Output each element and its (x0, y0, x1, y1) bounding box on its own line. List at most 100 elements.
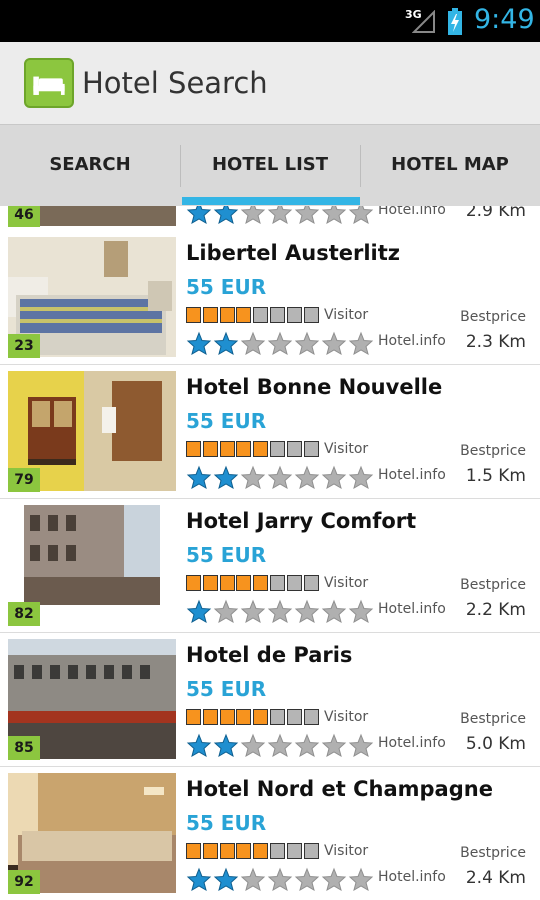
star-empty-icon (321, 733, 347, 757)
rating-segment (202, 575, 218, 591)
rating-segment (253, 843, 269, 859)
rating-segment (202, 441, 218, 457)
star-empty-icon (267, 465, 293, 489)
rating-segment (219, 575, 235, 591)
rating-segment (303, 709, 319, 725)
hotel-price: 55 EUR (186, 677, 267, 701)
rating-segment (202, 843, 218, 859)
star-empty-icon (240, 465, 266, 489)
star-filled-icon (213, 867, 239, 891)
visitor-rating-bar (186, 709, 320, 725)
provider-label: Hotel.info (378, 206, 446, 218)
hotel-list[interactable]: 46 Hotel.info 2.9 Km 23 Libertel Austerl… (0, 206, 540, 900)
battery-charging-icon (448, 8, 462, 35)
score-badge: 85 (8, 736, 40, 760)
score-badge: 46 (8, 206, 40, 227)
rating-segment (253, 709, 269, 725)
hotel-list-item[interactable]: 79 Hotel Bonne Nouvelle 55 EUR Visitor B… (0, 365, 540, 499)
hotel-list-item[interactable]: 46 Hotel.info 2.9 Km (0, 206, 540, 234)
rating-segment (286, 307, 302, 323)
tab-search[interactable]: SEARCH (0, 125, 180, 207)
star-filled-icon (213, 331, 239, 355)
star-empty-icon (348, 331, 374, 355)
rating-segment (186, 843, 201, 859)
rating-segment (303, 307, 319, 323)
visitor-label: Visitor (324, 307, 369, 323)
bestprice-label: Bestprice (460, 577, 526, 593)
star-filled-icon (213, 206, 239, 224)
visitor-label: Visitor (324, 709, 369, 725)
star-empty-icon (267, 867, 293, 891)
visitor-label: Visitor (324, 441, 369, 457)
rating-segment (219, 843, 235, 859)
action-bar: Hotel Search (0, 42, 540, 124)
star-empty-icon (294, 206, 320, 224)
rating-segment (219, 307, 235, 323)
star-empty-icon (321, 331, 347, 355)
provider-label: Hotel.info (378, 467, 446, 483)
rating-segment (236, 709, 252, 725)
score-badge: 82 (8, 602, 40, 626)
rating-segment (303, 843, 319, 859)
hotel-price: 55 EUR (186, 811, 267, 835)
star-filled-icon (186, 733, 212, 757)
rating-segment (236, 307, 252, 323)
rating-segment (236, 843, 252, 859)
bestprice-label: Bestprice (460, 711, 526, 727)
star-empty-icon (240, 867, 266, 891)
hotel-price: 55 EUR (186, 543, 267, 567)
signal-icon (412, 10, 435, 33)
star-empty-icon (294, 599, 320, 623)
hotel-name: Hotel Bonne Nouvelle (186, 375, 443, 399)
rating-segment (269, 575, 285, 591)
star-rating (186, 733, 375, 757)
clock: 9:49 (474, 4, 535, 35)
hotel-list-item[interactable]: 23 Libertel Austerlitz 55 EUR Visitor Be… (0, 231, 540, 365)
distance-label: 2.4 Km (465, 868, 526, 888)
rating-segment (186, 709, 201, 725)
bed-icon[interactable] (24, 58, 74, 108)
star-rating (186, 206, 375, 224)
star-empty-icon (348, 206, 374, 224)
star-filled-icon (213, 465, 239, 489)
star-empty-icon (267, 331, 293, 355)
rating-segment (186, 575, 201, 591)
bestprice-label: Bestprice (460, 309, 526, 325)
rating-segment (303, 441, 319, 457)
status-bar: 3G 9:49 (0, 0, 540, 42)
distance-label: 1.5 Km (465, 466, 526, 486)
rating-segment (303, 575, 319, 591)
hotel-list-item[interactable]: 82 Hotel Jarry Comfort 55 EUR Visitor Be… (0, 499, 540, 633)
score-badge: 23 (8, 334, 40, 358)
hotel-name: Hotel de Paris (186, 643, 353, 667)
hotel-name: Libertel Austerlitz (186, 241, 400, 265)
star-empty-icon (321, 465, 347, 489)
rating-segment (186, 441, 201, 457)
star-empty-icon (267, 599, 293, 623)
rating-segment (219, 709, 235, 725)
distance-label: 2.3 Km (465, 332, 526, 352)
tab-hotel-list[interactable]: HOTEL LIST (180, 125, 360, 207)
distance-label: 2.2 Km (465, 600, 526, 620)
rating-segment (286, 709, 302, 725)
tab-hotel-map[interactable]: HOTEL MAP (360, 125, 540, 207)
visitor-rating-bar (186, 307, 320, 323)
star-empty-icon (240, 206, 266, 224)
score-badge: 79 (8, 468, 40, 492)
rating-segment (286, 575, 302, 591)
hotel-list-item[interactable]: 85 Hotel de Paris 55 EUR Visitor Bestpri… (0, 633, 540, 767)
visitor-label: Visitor (324, 575, 369, 591)
rating-segment (269, 843, 285, 859)
star-empty-icon (321, 867, 347, 891)
bestprice-label: Bestprice (460, 845, 526, 861)
hotel-price: 55 EUR (186, 275, 267, 299)
visitor-rating-bar (186, 575, 320, 591)
provider-label: Hotel.info (378, 333, 446, 349)
star-empty-icon (348, 867, 374, 891)
rating-segment (269, 441, 285, 457)
hotel-list-item[interactable]: 92 Hotel Nord et Champagne 55 EUR Visito… (0, 767, 540, 900)
star-empty-icon (294, 331, 320, 355)
star-rating (186, 465, 375, 489)
star-empty-icon (240, 733, 266, 757)
rating-segment (286, 441, 302, 457)
